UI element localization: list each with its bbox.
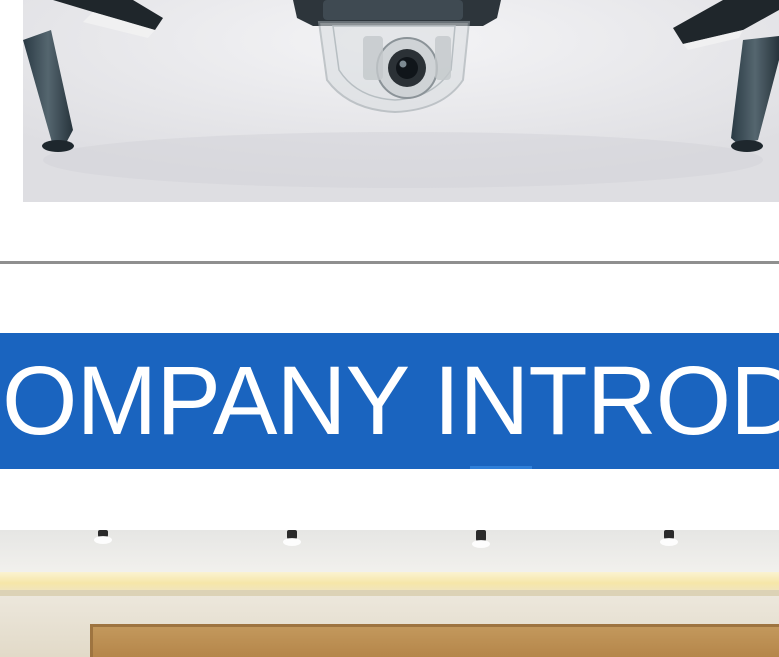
section-banner: OMPANY INTROD: [0, 333, 779, 469]
drone-product-image: [23, 0, 779, 202]
office-interior-image: [0, 530, 779, 657]
banner-accent-line: [470, 466, 532, 469]
section-divider: [0, 261, 779, 264]
banner-title: OMPANY INTROD: [2, 346, 779, 455]
